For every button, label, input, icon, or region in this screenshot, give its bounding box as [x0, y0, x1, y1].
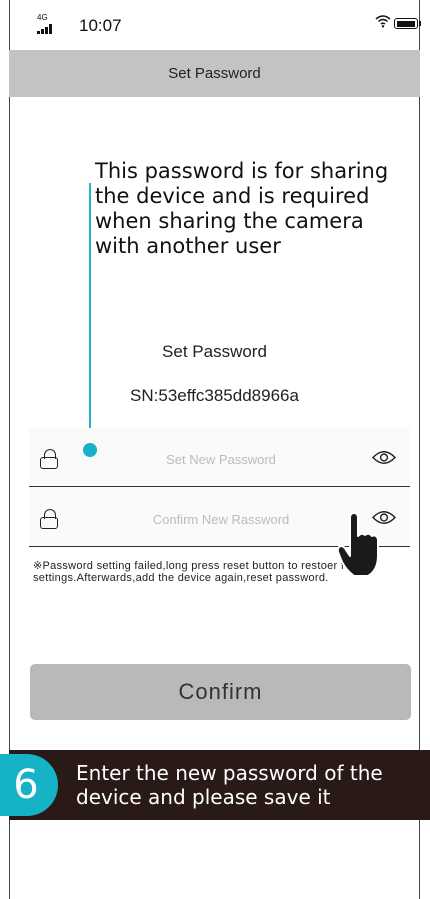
battery-icon: [394, 18, 421, 29]
lock-icon: [40, 509, 60, 531]
pointing-hand-icon: [336, 512, 382, 580]
confirm-button[interactable]: Confirm: [30, 664, 411, 720]
annotation-dot: [83, 443, 97, 457]
signal-icon: 4G: [37, 14, 59, 34]
annotation-callout: This password is for sharing the device …: [95, 159, 389, 258]
header-bar: Set Password: [9, 50, 420, 97]
step-instruction: Enter the new password of the device and…: [76, 761, 383, 809]
page-title: Set Password: [168, 65, 261, 82]
confirm-password-input[interactable]: [89, 504, 353, 534]
eye-icon[interactable]: [372, 450, 396, 465]
password-warning: ※Password setting failed,long press rese…: [33, 560, 376, 584]
status-time: 10:07: [79, 16, 122, 35]
new-password-input[interactable]: [89, 444, 353, 474]
status-bar: 4G 10:07: [9, 0, 421, 50]
network-type: 4G: [37, 13, 48, 22]
lock-icon: [40, 449, 60, 471]
device-serial: SN:53effc385dd8966a: [130, 386, 299, 405]
annotation-line: [89, 183, 91, 450]
form-title: Set Password: [162, 342, 267, 361]
step-number: 6: [13, 762, 39, 808]
new-password-row: [29, 430, 410, 487]
wifi-icon: [375, 14, 391, 32]
